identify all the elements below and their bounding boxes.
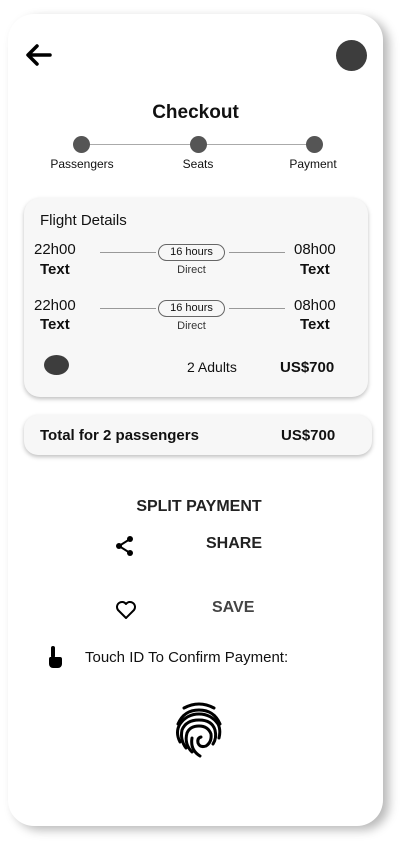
- page-title: Checkout: [152, 102, 239, 123]
- touch-id-label: Touch ID To Confirm Payment:: [85, 649, 289, 666]
- step-dot-passengers[interactable]: [73, 136, 90, 153]
- split-payment-button[interactable]: SPLIT PAYMENT: [8, 498, 390, 516]
- phone-screen: Checkout Passengers Seats Payment Flight…: [8, 14, 383, 826]
- flight-type: Direct: [177, 264, 206, 276]
- total-bar: Total for 2 passengers US$700: [24, 415, 372, 455]
- save-button[interactable]: SAVE: [212, 599, 254, 617]
- route-line: [100, 252, 156, 253]
- depart-time: 22h00: [34, 297, 76, 314]
- flight-price: US$700: [280, 359, 335, 376]
- fingerprint-icon[interactable]: [174, 702, 224, 763]
- depart-city: Text: [40, 316, 70, 333]
- arrive-city: Text: [300, 316, 330, 333]
- arrive-time: 08h00: [294, 297, 336, 314]
- passenger-count: 2 Adults: [187, 359, 237, 375]
- airline-logo: [44, 355, 69, 375]
- depart-city: Text: [40, 261, 70, 278]
- depart-time: 22h00: [34, 241, 76, 258]
- heart-icon[interactable]: [115, 600, 137, 625]
- step-label-payment: Payment: [289, 157, 337, 171]
- flight-details-title: Flight Details: [40, 212, 127, 229]
- step-dot-seats[interactable]: [190, 136, 207, 153]
- step-label-passengers: Passengers: [50, 157, 114, 171]
- total-label: Total for 2 passengers: [40, 427, 199, 444]
- route-line: [100, 308, 156, 309]
- arrive-time: 08h00: [294, 241, 336, 258]
- route-line: [229, 252, 285, 253]
- back-arrow-icon[interactable]: [24, 42, 54, 68]
- flight-type: Direct: [177, 320, 206, 332]
- avatar[interactable]: [336, 40, 367, 71]
- flight-details-card: Flight Details 22h00 Text 16 hours Direc…: [24, 198, 368, 397]
- share-icon[interactable]: [114, 535, 136, 562]
- step-label-seats: Seats: [182, 157, 214, 171]
- share-button[interactable]: SHARE: [206, 535, 262, 553]
- arrive-city: Text: [300, 261, 330, 278]
- total-price: US$700: [281, 427, 336, 444]
- route-line: [229, 308, 285, 309]
- duration-pill: 16 hours: [158, 300, 225, 317]
- touch-hand-icon: [47, 645, 63, 674]
- duration-pill: 16 hours: [158, 244, 225, 261]
- step-dot-payment[interactable]: [306, 136, 323, 153]
